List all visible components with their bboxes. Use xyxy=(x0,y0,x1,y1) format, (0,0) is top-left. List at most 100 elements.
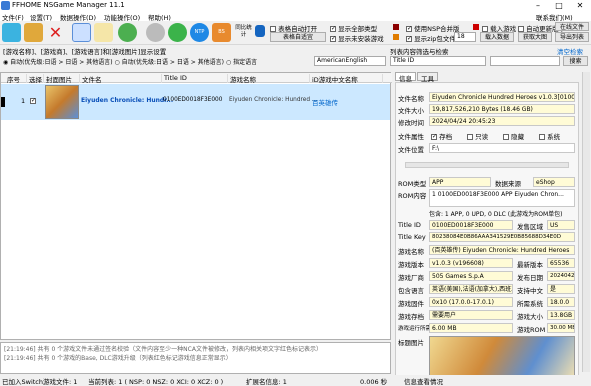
vertical-scrollbar[interactable] xyxy=(582,72,590,372)
export-list-button[interactable]: 导出列表 xyxy=(555,32,589,42)
color-swatch-2[interactable] xyxy=(393,34,399,40)
cover-image xyxy=(45,85,79,119)
checkmark-icon[interactable] xyxy=(168,23,187,42)
label-titlekey: Title Key xyxy=(398,233,426,241)
header-select[interactable]: 选择 xyxy=(27,74,44,84)
label-saves: 游戏存档 xyxy=(398,313,424,321)
value-chinese-support: 是 xyxy=(547,284,575,294)
tab-tools[interactable]: 工具 xyxy=(417,72,438,83)
refresh-icon[interactable] xyxy=(118,23,137,42)
label-filename: 文件名称 xyxy=(398,95,424,103)
load-db-button[interactable]: 载入数据 xyxy=(480,32,514,42)
value-filesize: 19,817,526,210 Bytes (18.46 GB) xyxy=(429,104,575,114)
header-no[interactable]: 序号 xyxy=(5,74,27,84)
label-datasource: 数据来源 xyxy=(495,180,521,188)
ntp-icon[interactable]: NTP xyxy=(190,23,209,42)
stats-button[interactable]: 同比统计 xyxy=(234,23,253,42)
display-settings-title: [游戏名称]、[游戏商]、[游戏语言]和[游戏图片]显示设置 xyxy=(3,48,167,56)
folder-open-icon[interactable] xyxy=(24,23,43,42)
value-romtype: APP xyxy=(429,177,491,187)
money-bag-icon[interactable]: BS xyxy=(212,23,231,42)
tab-info[interactable]: 信息 xyxy=(395,72,416,83)
attr-readonly[interactable]: 隐藏 xyxy=(503,131,524,141)
value-datasource: eShop xyxy=(533,177,575,187)
attr-system-checkbox[interactable] xyxy=(539,134,545,140)
label-path: 文件位置 xyxy=(398,146,424,154)
log-line-2: [21:19:46] 共有 0 个游戏的Base, DLC游戏升级（列表红色标记… xyxy=(4,355,232,362)
fit-width-button[interactable]: 表格自适宜 xyxy=(270,32,326,42)
horizontal-scrollbar[interactable] xyxy=(405,162,569,168)
search-icon[interactable] xyxy=(72,23,91,42)
table-header: 序号 选择 封面图片 文件名 Title ID 游戏名称 iD游戏中文名称 xyxy=(1,73,392,84)
attr-hidden[interactable]: 只读 xyxy=(467,131,488,141)
label-version: 游戏版本 xyxy=(398,261,424,269)
header-cnname[interactable]: iD游戏中文名称 xyxy=(310,74,383,84)
sleep-icon[interactable] xyxy=(94,23,113,42)
table-row[interactable]: 1 Eiyuden Chronicle: Hundr... 0100ED0018… xyxy=(1,84,390,120)
value-titlekey: 80238084E0B86AAA341529E0B85688D34E0D xyxy=(429,232,575,242)
label-romsize: 游戏ROM xyxy=(517,326,546,334)
label-attr: 文件属性 xyxy=(398,133,424,141)
value-gamesize: 13.8GB xyxy=(547,310,575,320)
title-bar: FFHOME NSGame Manager 11.1 – □ ✕ xyxy=(0,0,591,11)
value-romcontent: 1 0100ED0018F3E000 APP Eiyuden Chron... xyxy=(429,189,575,207)
row-checkbox[interactable] xyxy=(30,97,36,105)
show-nsz-checkbox[interactable] xyxy=(406,35,412,42)
value-version: v1.0.3 (v196608) xyxy=(429,258,513,268)
search-button[interactable]: 搜索 xyxy=(563,56,588,66)
get-info-button[interactable]: 获取大图 xyxy=(518,32,552,42)
label-titleid: Title ID xyxy=(398,221,421,229)
cancel-circle-icon[interactable] xyxy=(146,23,165,42)
label-firmware: 游戏固件 xyxy=(398,300,424,308)
nsp-merge-option[interactable]: 使用NSP合并版 xyxy=(406,23,460,33)
label-release: 发布日期 xyxy=(517,274,543,282)
show-not-installed-checkbox[interactable] xyxy=(330,35,336,42)
search-input[interactable] xyxy=(490,56,560,66)
header-filename[interactable]: 文件名 xyxy=(80,74,162,84)
attr-archive-label: 存档 xyxy=(439,133,453,141)
header-titleid[interactable]: Title ID xyxy=(162,74,228,83)
game-table: 序号 选择 封面图片 文件名 Title ID 游戏名称 iD游戏中文名称 1 … xyxy=(0,72,392,340)
show-not-installed-option[interactable]: 显示未安装游戏 xyxy=(330,33,384,43)
value-path: F:\ xyxy=(429,143,575,153)
header-cover[interactable]: 封面图片 xyxy=(44,74,80,84)
menu-bar: 文件(F) 设置(T) 数据操作(D) 功能操作(O) 帮助(H) 联系我们(M… xyxy=(0,11,591,22)
clear-search-link[interactable]: 清空检索 xyxy=(557,46,583,56)
label-region: 发售区域 xyxy=(517,223,543,231)
show-all-types-checkbox[interactable] xyxy=(330,25,336,32)
label-latestversion: 最新版本 xyxy=(517,261,543,269)
value-release: 20240423 xyxy=(547,271,575,281)
color-swatch-3[interactable] xyxy=(473,24,479,30)
language-select[interactable]: AmericanEnglish xyxy=(314,56,386,66)
attr-system[interactable]: 系统 xyxy=(539,131,560,141)
row-checkbox-box[interactable] xyxy=(30,97,36,104)
auto-lang-label-2: 自动(优先级:日语 > 日语 > 其他语言) xyxy=(121,59,225,66)
show-all-types-option[interactable]: 显示全部类型 xyxy=(330,23,377,33)
attr-archive-checkbox[interactable] xyxy=(431,133,437,140)
color-swatch[interactable] xyxy=(393,24,399,30)
nsp-merge-checkbox[interactable] xyxy=(406,25,412,32)
label-publisher: 游戏厂商 xyxy=(398,274,424,282)
close-red-icon[interactable]: ✕ xyxy=(46,23,65,42)
value-region: US xyxy=(547,220,575,230)
attr-archive[interactable]: 存档 xyxy=(431,131,452,141)
arrow-left-icon[interactable] xyxy=(255,25,265,37)
show-not-installed-label: 显示未安装游戏 xyxy=(338,35,384,43)
toolbar: ✕ NTP BS 同比统计 表格自动打开 表格自适宜 显示全部类型 显示未安装游… xyxy=(0,21,591,45)
online-file-button[interactable]: 在线文件 xyxy=(555,22,589,31)
value-required-system: 18.0.0 xyxy=(547,297,575,307)
search-field-select[interactable]: Title ID xyxy=(390,56,486,66)
attr-readonly-label: 隐藏 xyxy=(511,133,525,141)
header-gamename[interactable]: 游戏名称 xyxy=(228,74,310,84)
new-file-icon[interactable] xyxy=(2,23,21,42)
minimize-button[interactable]: – xyxy=(528,0,548,11)
specify-lang-label: 指定语言 xyxy=(233,59,258,66)
close-button[interactable]: ✕ xyxy=(570,0,590,11)
count-input[interactable]: 18 xyxy=(454,32,476,42)
auto-lang-radio-2[interactable]: ○ xyxy=(114,59,121,66)
attr-hidden-checkbox[interactable] xyxy=(467,134,473,140)
attr-readonly-checkbox[interactable] xyxy=(503,134,509,140)
auto-lang-label-1: 自动(优先级:日语 > 日语 > 其他语言) xyxy=(10,59,113,66)
value-publisher: 505 Games S.p.A xyxy=(429,271,513,281)
maximize-button[interactable]: □ xyxy=(549,0,569,11)
